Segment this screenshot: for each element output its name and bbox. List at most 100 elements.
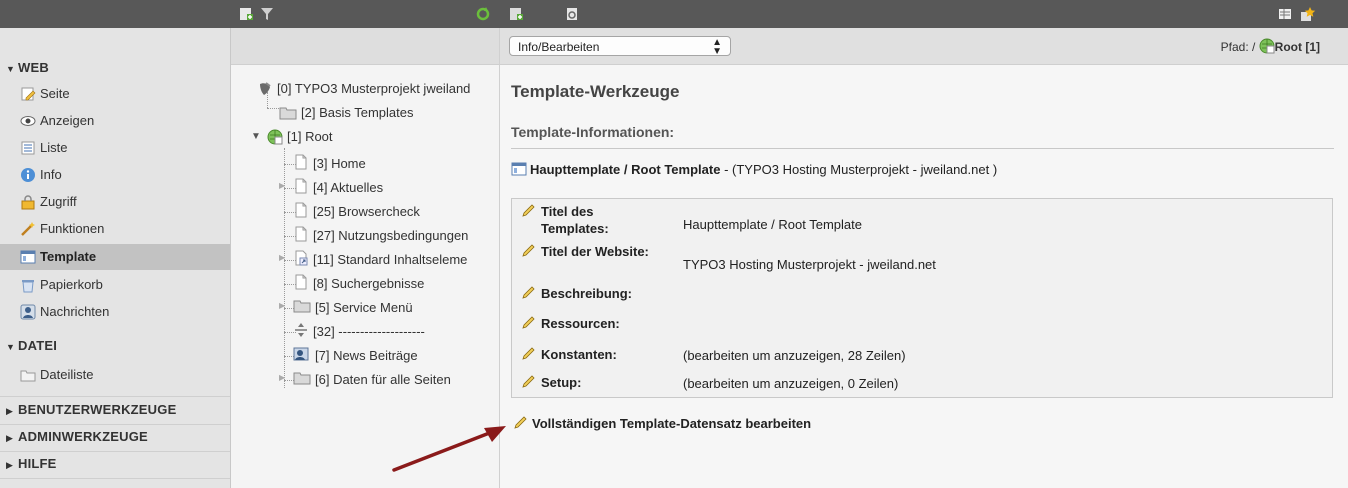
refresh-icon[interactable] bbox=[475, 6, 491, 22]
module-item-label: Info bbox=[40, 167, 62, 182]
tree-node-home[interactable]: [3] Home bbox=[293, 154, 366, 174]
edit-description-link[interactable]: Beschreibung: bbox=[521, 285, 632, 304]
module-item-seite[interactable]: Seite bbox=[0, 81, 230, 107]
menu-divider bbox=[0, 424, 230, 425]
edit-website-title-link[interactable]: Titel der Website: bbox=[521, 243, 651, 262]
trash-icon bbox=[22, 280, 34, 293]
page-edit-icon bbox=[21, 87, 36, 101]
module-item-info[interactable]: Info bbox=[0, 162, 230, 188]
edit-full-template-link[interactable]: Vollständigen Template-Datensatz bearbei… bbox=[513, 416, 811, 433]
folder-icon bbox=[279, 107, 297, 120]
module-item-papierkorb[interactable]: Papierkorb bbox=[0, 272, 230, 298]
template-name[interactable]: Haupttemplate / Root Template bbox=[530, 162, 720, 177]
row-value: (bearbeiten um anzuzeigen, 28 Zeilen) bbox=[683, 348, 906, 363]
tree-node-browsercheck[interactable]: [25] Browsercheck bbox=[293, 202, 420, 222]
tree-node-basis-templates[interactable]: [2] Basis Templates bbox=[279, 104, 413, 124]
module-item-label: Liste bbox=[40, 140, 68, 155]
section-title: Template-Informationen: bbox=[511, 124, 675, 140]
expand-triangle-icon[interactable]: ▶ bbox=[279, 301, 285, 310]
module-group-benutzerwerkzeuge[interactable]: ▶ BENUTZERWERKZEUGE bbox=[6, 402, 176, 417]
module-item-anzeigen[interactable]: Anzeigen bbox=[0, 108, 230, 134]
tree-node-standard-inhaltselemente[interactable]: ▶ [11] Standard Inhaltseleme bbox=[279, 250, 468, 270]
tree-node-label: [3] Home bbox=[313, 156, 366, 171]
folder-icon bbox=[293, 298, 311, 317]
tree-node-label: [4] Aktuelles bbox=[313, 180, 384, 195]
view-page-icon[interactable] bbox=[564, 6, 580, 22]
function-menu-select[interactable]: Info/Bearbeiten ▲ ▼ bbox=[509, 36, 731, 57]
module-item-label: Funktionen bbox=[40, 221, 105, 236]
tree-node-separator[interactable]: [32] -------------------- bbox=[293, 322, 425, 342]
expand-triangle-icon[interactable]: ▶ bbox=[279, 181, 285, 190]
tree-node-daten-fuer-alle-seiten[interactable]: ▶ [6] Daten für alle Seiten bbox=[279, 370, 451, 390]
page-tree-header bbox=[231, 28, 499, 65]
module-group-label: ADMINWERKZEUGE bbox=[18, 429, 148, 444]
expand-triangle-icon[interactable]: ▶ bbox=[279, 373, 285, 382]
doc-header: Info/Bearbeiten ▲ ▼ Pfad: / Root [1] bbox=[500, 28, 1348, 65]
pencil-icon bbox=[521, 204, 537, 222]
select-arrows-icon: ▲ ▼ bbox=[712, 37, 722, 57]
tree-node-label: [5] Service Menü bbox=[315, 300, 413, 315]
menu-divider bbox=[0, 396, 230, 397]
folder-icon bbox=[293, 370, 311, 389]
expand-triangle-icon[interactable]: ▶ bbox=[279, 253, 285, 262]
module-item-label: Dateiliste bbox=[40, 367, 94, 382]
tree-connector bbox=[267, 108, 279, 109]
template-header: Haupttemplate / Root Template - (TYPO3 H… bbox=[511, 162, 997, 177]
new-record-icon[interactable] bbox=[508, 6, 524, 22]
page-icon bbox=[293, 154, 309, 173]
template-site-title: - (TYPO3 Hosting Musterprojekt - jweilan… bbox=[720, 162, 998, 177]
module-group-web[interactable]: ▼ WEB bbox=[6, 60, 49, 75]
pencil-icon bbox=[521, 316, 537, 334]
tree-node-aktuelles[interactable]: ▶ [4] Aktuelles bbox=[279, 178, 384, 198]
tree-node-label: [11] Standard Inhaltseleme bbox=[313, 252, 468, 267]
page-icon bbox=[293, 226, 309, 245]
row-value: (bearbeiten um anzuzeigen, 0 Zeilen) bbox=[683, 376, 899, 391]
module-group-datei[interactable]: ▼ DATEI bbox=[6, 338, 57, 353]
expand-triangle-icon: ▶ bbox=[6, 460, 14, 470]
tree-node-service-menue[interactable]: ▶ [5] Service Menü bbox=[279, 298, 413, 318]
module-item-funktionen[interactable]: Funktionen bbox=[0, 216, 230, 242]
module-item-template[interactable]: Template bbox=[0, 244, 230, 270]
template-info-table: Titel des Templates: Haupttemplate / Roo… bbox=[511, 198, 1333, 398]
shortcut-page-icon bbox=[293, 250, 309, 269]
row-key: Beschreibung: bbox=[541, 286, 633, 301]
page-icon bbox=[293, 274, 309, 293]
edit-resources-link[interactable]: Ressourcen: bbox=[521, 315, 620, 334]
module-item-label: Anzeigen bbox=[40, 113, 95, 128]
typo3-globe-icon bbox=[260, 81, 271, 95]
row-value: Haupttemplate / Root Template bbox=[683, 217, 862, 232]
row-key: Konstanten: bbox=[541, 347, 617, 362]
breadcrumb: Pfad: / Root [1] bbox=[1221, 38, 1320, 54]
module-group-adminwerkzeuge[interactable]: ▶ ADMINWERKZEUGE bbox=[6, 429, 148, 444]
tree-node-nutzungsbedingungen[interactable]: [27] Nutzungsbedingungen bbox=[293, 226, 468, 246]
tree-node-suchergebnisse[interactable]: [8] Suchergebnisse bbox=[293, 274, 424, 294]
tree-node-site-root[interactable]: [0] TYPO3 Musterprojekt jweiland bbox=[257, 80, 470, 100]
new-page-icon[interactable] bbox=[238, 6, 254, 22]
module-item-zugriff[interactable]: Zugriff bbox=[0, 189, 230, 215]
tree-node-label: [0] TYPO3 Musterprojekt jweiland bbox=[277, 81, 471, 97]
edit-title-link[interactable]: Titel des Templates: bbox=[521, 203, 661, 237]
row-key: Setup: bbox=[541, 375, 582, 390]
annotation-arrow bbox=[392, 426, 506, 472]
module-item-nachrichten[interactable]: Nachrichten bbox=[0, 299, 230, 325]
shortcut-icon[interactable] bbox=[1277, 6, 1293, 22]
filter-icon[interactable] bbox=[259, 6, 275, 22]
edit-setup-link[interactable]: Setup: bbox=[521, 374, 581, 393]
edit-constants-link[interactable]: Konstanten: bbox=[521, 346, 617, 365]
tree-node-label: [6] Daten für alle Seiten bbox=[315, 372, 451, 387]
tree-node-label: [7] News Beiträge bbox=[315, 348, 418, 363]
collapse-triangle-icon[interactable]: ▼ bbox=[251, 131, 263, 142]
tree-node-news-beitraege[interactable]: [7] News Beiträge bbox=[293, 346, 418, 366]
module-item-liste[interactable]: Liste bbox=[0, 135, 230, 161]
lock-icon bbox=[21, 195, 35, 210]
module-item-dateiliste[interactable]: Dateiliste bbox=[0, 362, 230, 388]
row-key: Ressourcen: bbox=[541, 316, 620, 331]
template-icon bbox=[511, 162, 527, 176]
expand-triangle-icon: ▶ bbox=[6, 406, 14, 416]
pencil-icon bbox=[521, 244, 537, 262]
tree-node-root[interactable]: ▼ [1] Root bbox=[251, 128, 333, 148]
path-current-page[interactable]: Root [1] bbox=[1275, 40, 1320, 54]
module-group-hilfe[interactable]: ▶ HILFE bbox=[6, 456, 57, 471]
expand-triangle-icon: ▶ bbox=[6, 433, 14, 443]
bookmark-star-icon[interactable] bbox=[1300, 6, 1316, 22]
